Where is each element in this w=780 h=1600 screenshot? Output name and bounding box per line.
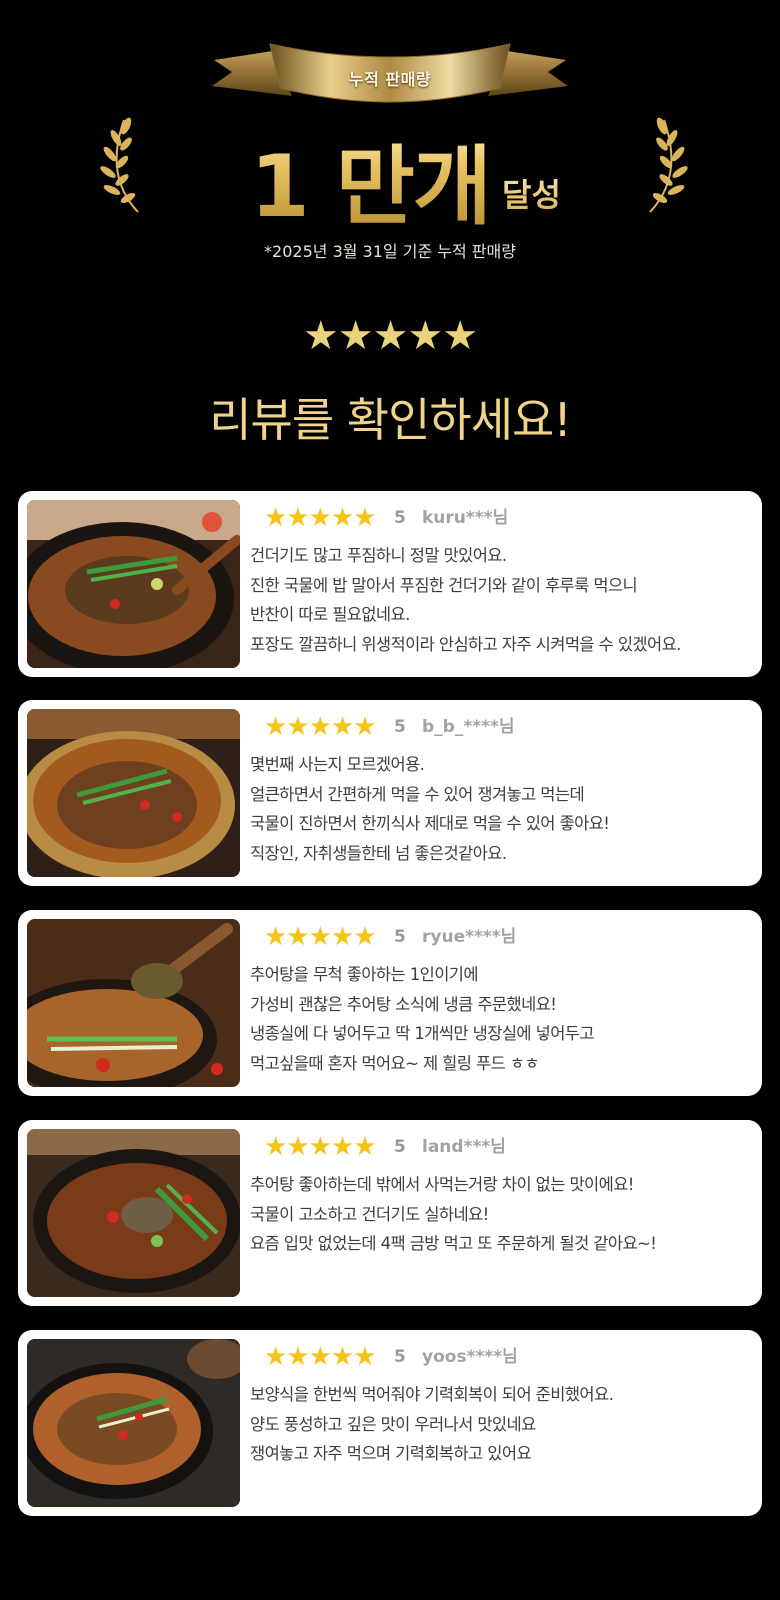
review-line: 진한 국물에 밥 말아서 푸짐한 건더기와 같이 후루룩 먹으니 xyxy=(250,575,638,595)
review-card: ★★★★★ 5 b_b_****님 몇번째 사는지 모르겠어용. 얼큰하면서 간… xyxy=(18,700,762,886)
review-text: 추어탕을 무척 좋아하는 1인이기에 가성비 괜찮은 추어탕 소식에 냉큼 주문… xyxy=(250,960,756,1078)
review-username: b_b_****님 xyxy=(422,717,515,737)
star-rating-icon: ★★★★★ xyxy=(264,1342,377,1372)
review-score: 5 xyxy=(394,717,406,737)
review-line: 추어탕 좋아하는데 밖에서 사먹는거랑 차이 없는 맛이에요! xyxy=(250,1175,634,1194)
review-line: 국물이 진하면서 한끼식사 제대로 먹을 수 있어 좋아요! xyxy=(250,814,610,833)
sales-note: *2025년 3월 31일 기준 누적 판매량 xyxy=(264,242,516,261)
food-photo-icon xyxy=(27,1129,240,1297)
review-text: 건더기도 많고 푸짐하니 정말 맛있어요. 진한 국물에 밥 말아서 푸짐한 건… xyxy=(250,541,756,659)
review-line: 국물이 고소하고 건더기도 실하네요! xyxy=(250,1204,489,1224)
hero-star-rating-icon: ★★★★★ xyxy=(302,313,478,359)
food-photo-icon xyxy=(27,709,240,877)
review-username: yoos****님 xyxy=(422,1347,518,1367)
review-score: 5 xyxy=(394,927,406,947)
sales-count-suffix: 달성 xyxy=(502,170,561,216)
review-line: 먹고싶을때 혼자 먹어요~ 제 힐링 푸드 ㅎㅎ xyxy=(250,1053,540,1073)
review-line: 냉종실에 다 넣어두고 딱 1개씩만 냉장실에 넣어두고 xyxy=(250,1024,595,1043)
review-text: 보양식을 한번씩 먹어줘야 기력회복이 되어 준비했어요. 양도 풍성하고 깊은… xyxy=(250,1380,756,1469)
review-line: 양도 풍성하고 깊은 맛이 우러나서 맛있네요 xyxy=(250,1414,536,1434)
review-score: 5 xyxy=(394,1347,406,1367)
review-line: 몇번째 사는지 모르겠어용. xyxy=(250,755,425,774)
review-text: 추어탕 좋아하는데 밖에서 사먹는거랑 차이 없는 맛이에요! 국물이 고소하고… xyxy=(250,1170,756,1259)
laurel-right-icon xyxy=(649,117,688,213)
sales-hero: 누적 판매량 1 만개 달성 *2025년 3월 31일 기준 누적 판매량 ★… xyxy=(0,0,780,460)
star-rating-icon: ★★★★★ xyxy=(264,503,377,533)
review-line: 얼큰하면서 간편하게 먹을 수 있어 쟁겨놓고 먹는데 xyxy=(250,784,585,804)
star-rating-icon: ★★★★★ xyxy=(264,1132,377,1162)
review-card: ★★★★★ 5 yoos****님 보양식을 한번씩 먹어줘야 기력회복이 되어… xyxy=(18,1330,762,1516)
star-rating-icon: ★★★★★ xyxy=(264,922,377,952)
review-card: ★★★★★ 5 ryue****님 추어탕을 무척 좋아하는 1인이기에 가성비… xyxy=(18,910,762,1096)
review-score: 5 xyxy=(394,508,406,528)
sales-count-number: 1 만개 xyxy=(250,116,492,241)
review-username: ryue****님 xyxy=(422,927,517,947)
star-rating-icon: ★★★★★ xyxy=(264,712,377,742)
review-card: ★★★★★ 5 kuru***님 건더기도 많고 푸짐하니 정말 맛있어요. 진… xyxy=(18,491,762,677)
review-line: 추어탕을 무척 좋아하는 1인이기에 xyxy=(250,965,479,984)
review-username: land***님 xyxy=(422,1137,506,1157)
review-text: 몇번째 사는지 모르겠어용. 얼큰하면서 간편하게 먹을 수 있어 쟁겨놓고 먹… xyxy=(250,750,756,868)
review-line: 직장인, 자취생들한테 넘 좋은것같아요. xyxy=(250,843,507,863)
laurel-left-icon xyxy=(100,117,139,213)
review-line: 가성비 괜찮은 추어탕 소식에 냉큼 주문했네요! xyxy=(250,994,557,1014)
food-photo-icon xyxy=(27,1339,240,1507)
review-line: 요즘 입맛 없었는데 4팩 금방 먹고 또 주문하게 될것 같아요~! xyxy=(250,1234,657,1253)
review-line: 쟁여놓고 자주 먹으며 기력회복하고 있어요 xyxy=(250,1444,532,1463)
review-line: 반찬이 따로 필요없네요. xyxy=(250,605,410,624)
review-line: 포장도 깔끔하니 위생적이라 안심하고 자주 시켜먹을 수 있겠어요. xyxy=(250,634,681,654)
review-username: kuru***님 xyxy=(422,508,509,528)
review-card: ★★★★★ 5 land***님 추어탕 좋아하는데 밖에서 사먹는거랑 차이 … xyxy=(18,1120,762,1306)
review-line: 건더기도 많고 푸짐하니 정말 맛있어요. xyxy=(250,546,507,565)
review-line: 보양식을 한번씩 먹어줘야 기력회복이 되어 준비했어요. xyxy=(250,1385,614,1404)
review-heading: 리뷰를 확인하세요! xyxy=(209,393,572,447)
food-photo-icon xyxy=(27,500,240,668)
ribbon-label: 누적 판매량 xyxy=(348,70,432,89)
review-score: 5 xyxy=(394,1137,406,1157)
food-photo-icon xyxy=(27,919,240,1087)
